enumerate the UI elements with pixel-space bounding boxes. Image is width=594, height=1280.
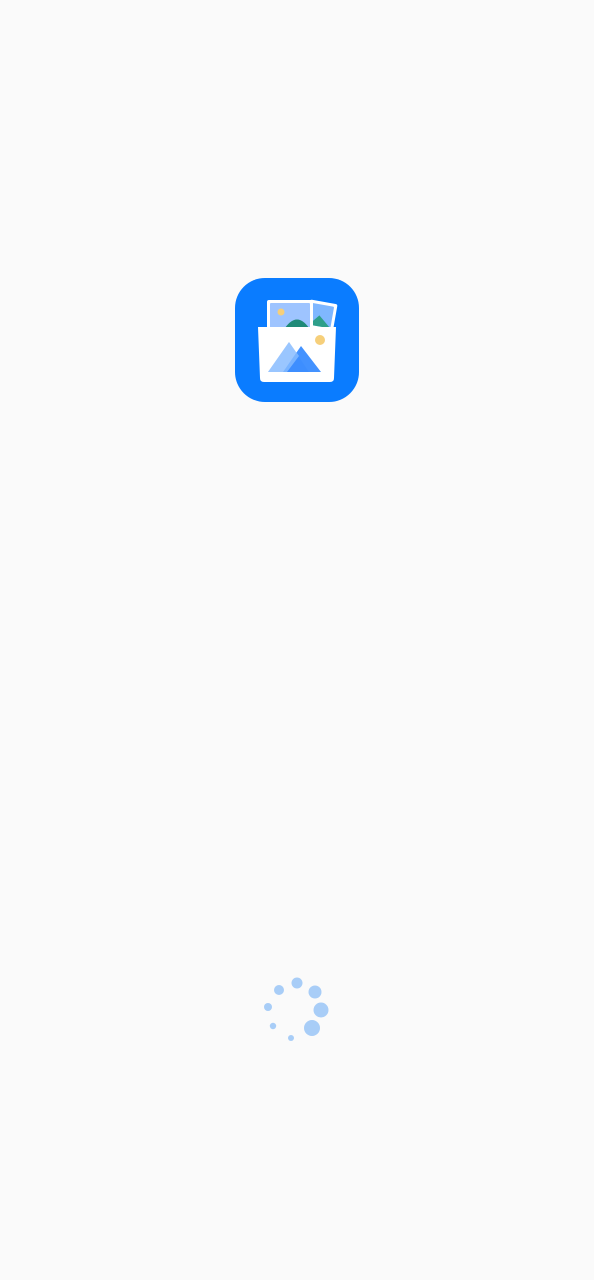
gallery-app-icon: [235, 278, 359, 402]
loading-spinner-icon: [262, 976, 332, 1046]
splash-screen: [0, 0, 594, 1280]
